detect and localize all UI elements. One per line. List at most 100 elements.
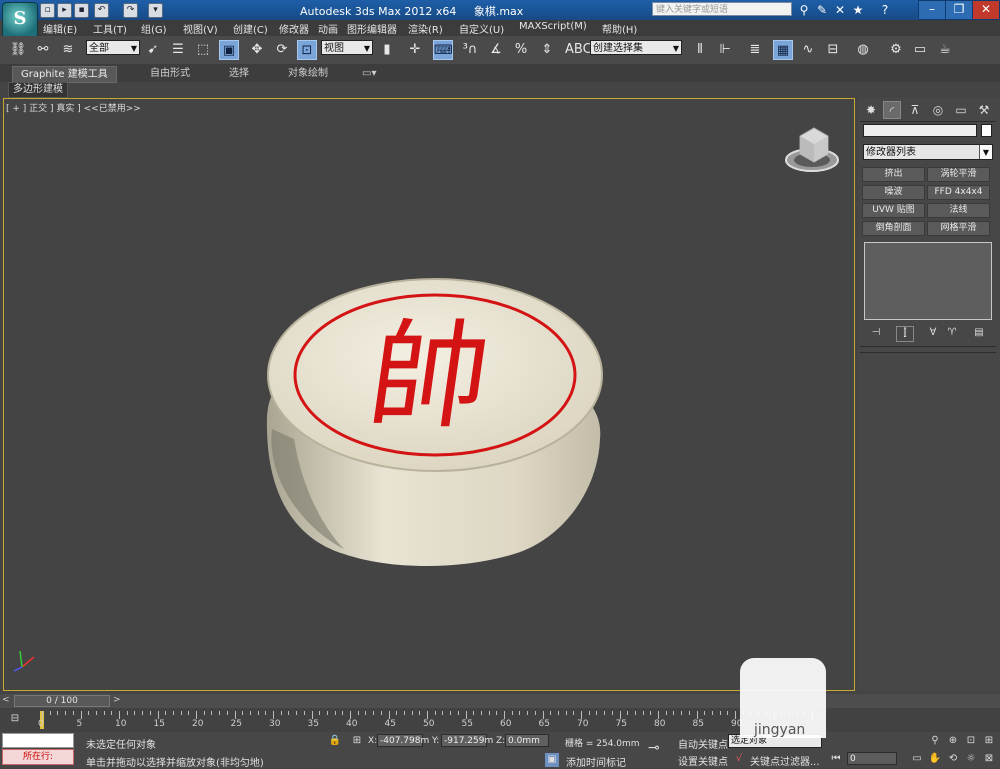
- display-tab-icon[interactable]: ▭: [952, 101, 970, 119]
- menu-graph-editors[interactable]: 图形编辑器: [347, 21, 397, 36]
- reference-coordinate-dropdown[interactable]: 视图 ▼: [321, 40, 373, 55]
- modify-tab-icon[interactable]: ◜: [883, 101, 901, 119]
- y-coordinate-field[interactable]: -917.259m: [441, 734, 493, 747]
- bind-space-warp-icon[interactable]: ≋: [58, 40, 78, 60]
- zoom-extents-all-icon[interactable]: ⊞: [982, 734, 996, 748]
- select-and-manipulate-icon[interactable]: ✛: [405, 40, 425, 60]
- go-to-start-icon[interactable]: ⏮: [829, 752, 843, 766]
- save-icon[interactable]: ▪: [74, 3, 89, 18]
- select-and-scale-icon[interactable]: ⊡: [297, 40, 317, 60]
- modifier-button-turbosmooth[interactable]: 涡轮平滑: [927, 167, 990, 182]
- close-button[interactable]: ✕: [972, 0, 1000, 20]
- z-coordinate-field[interactable]: 0.0mm: [505, 734, 549, 747]
- percent-snap-icon[interactable]: %: [511, 40, 531, 60]
- schematic-view-icon[interactable]: ⊟: [823, 40, 843, 60]
- utilities-tab-icon[interactable]: ⚒: [975, 101, 993, 119]
- modifier-list-dropdown[interactable]: 修改器列表 ▼: [863, 144, 993, 160]
- menu-rendering[interactable]: 渲染(R): [408, 21, 443, 36]
- tab-graphite-modeling[interactable]: Graphite 建模工具: [12, 66, 117, 83]
- hierarchy-tab-icon[interactable]: ⊼: [906, 101, 924, 119]
- search-input[interactable]: 键入关键字或短语: [652, 2, 792, 16]
- menu-customize[interactable]: 自定义(U): [459, 21, 504, 36]
- configure-modifier-sets-icon[interactable]: ▤: [971, 326, 987, 340]
- menu-views[interactable]: 视图(V): [183, 21, 218, 36]
- create-tab-icon[interactable]: ✸: [862, 101, 880, 119]
- menu-group[interactable]: 组(G): [141, 21, 167, 36]
- modifier-button-extrude[interactable]: 挤出: [862, 167, 925, 182]
- select-object-icon[interactable]: ➹: [143, 40, 163, 60]
- favorites-icon[interactable]: ★: [850, 2, 866, 18]
- graphite-toggle-icon[interactable]: ▦: [773, 40, 793, 60]
- exchange-icon[interactable]: ✕: [832, 2, 848, 18]
- selection-lock-icon[interactable]: 🔒: [328, 734, 342, 748]
- modifier-button-meshsmooth[interactable]: 网格平滑: [927, 221, 990, 236]
- time-slider-thumb[interactable]: 0 / 100: [14, 695, 110, 707]
- viewport-label[interactable]: [ + ] 正交 ] 真实 ] <<已禁用>>: [6, 101, 141, 114]
- modifier-button-normal[interactable]: 法线: [927, 203, 990, 218]
- open-file-icon[interactable]: ▸: [57, 3, 72, 18]
- modifier-stack-view[interactable]: [864, 242, 992, 320]
- material-editor-icon[interactable]: ◍: [853, 40, 873, 60]
- unlink-icon[interactable]: ⚯: [33, 40, 53, 60]
- spinner-snap-icon[interactable]: ⇕: [537, 40, 557, 60]
- rectangle-selection-icon[interactable]: ⬚: [193, 40, 213, 60]
- angle-snap-icon[interactable]: ∡: [486, 40, 506, 60]
- pin-stack-icon[interactable]: ⊣: [868, 326, 884, 340]
- maximize-viewport-icon[interactable]: ⊠: [982, 752, 996, 766]
- select-by-name-icon[interactable]: ☰: [168, 40, 188, 60]
- select-and-rotate-icon[interactable]: ⟳: [272, 40, 292, 60]
- modifier-button-ffd[interactable]: FFD 4x4x4: [927, 185, 990, 200]
- render-production-icon[interactable]: ☕: [935, 40, 955, 60]
- app-menu-button[interactable]: S: [2, 2, 38, 38]
- zoom-icon[interactable]: ⚲: [928, 734, 942, 748]
- edit-named-selection-icon[interactable]: ABC: [565, 40, 592, 60]
- zoom-extents-icon[interactable]: ⊡: [964, 734, 978, 748]
- walk-through-icon[interactable]: ☼: [964, 752, 978, 766]
- orbit-icon[interactable]: ⟲: [946, 752, 960, 766]
- modifier-button-bevel-profile[interactable]: 倒角剖面: [862, 221, 925, 236]
- tab-object-paint[interactable]: 对象绘制: [288, 66, 328, 81]
- show-end-result-icon[interactable]: ⫿: [896, 326, 914, 342]
- menu-create[interactable]: 创建(C): [233, 21, 268, 36]
- curve-editor-icon[interactable]: ∿: [798, 40, 818, 60]
- layer-manager-icon[interactable]: ≣: [745, 40, 765, 60]
- minimize-button[interactable]: –: [918, 0, 946, 20]
- auto-key-button[interactable]: 自动关键点: [678, 736, 728, 751]
- quick-access-dropdown-icon[interactable]: ▾: [148, 3, 163, 18]
- add-time-tag-button[interactable]: 添加时间标记: [566, 754, 626, 769]
- time-slider-track[interactable]: [0, 694, 1000, 708]
- snaps-toggle-icon[interactable]: ³∩: [460, 40, 480, 60]
- chess-piece[interactable]: 帥: [266, 278, 603, 567]
- ribbon-options-icon[interactable]: ▭▾: [362, 66, 376, 81]
- subtab-polygon-modeling[interactable]: 多边形建模: [8, 82, 68, 98]
- redo-icon[interactable]: ↷: [123, 3, 138, 18]
- perspective-viewport[interactable]: 帥: [3, 98, 855, 691]
- maxscript-listener-field[interactable]: [2, 733, 74, 748]
- make-unique-icon[interactable]: ∀: [925, 326, 941, 340]
- time-tag-icon[interactable]: ▣: [545, 753, 559, 767]
- restore-button[interactable]: ❐: [945, 0, 973, 20]
- object-color-swatch[interactable]: [981, 124, 992, 137]
- set-key-icon[interactable]: ⊸: [648, 740, 660, 756]
- rendered-frame-window-icon[interactable]: ▭: [910, 40, 930, 60]
- tab-selection[interactable]: 选择: [229, 66, 249, 81]
- absolute-mode-icon[interactable]: ⊞: [350, 734, 364, 748]
- menu-tools[interactable]: 工具(T): [93, 21, 127, 36]
- modifier-button-noise[interactable]: 噪波: [862, 185, 925, 200]
- mirror-icon[interactable]: ⫴: [690, 40, 710, 60]
- window-crossing-icon[interactable]: ▣: [219, 40, 239, 60]
- render-setup-icon[interactable]: ⚙: [886, 40, 906, 60]
- modifier-button-uvw-map[interactable]: UVW 贴图: [862, 203, 925, 218]
- field-of-view-icon[interactable]: ▭: [910, 752, 924, 766]
- tab-freeform[interactable]: 自由形式: [150, 66, 190, 81]
- menu-animation[interactable]: 动画: [318, 21, 338, 36]
- current-frame-field[interactable]: 0: [847, 752, 897, 765]
- x-coordinate-field[interactable]: -407.798m: [377, 734, 429, 747]
- motion-tab-icon[interactable]: ◎: [929, 101, 947, 119]
- named-selection-dropdown[interactable]: 创建选择集 ▼: [590, 40, 682, 55]
- binoculars-icon[interactable]: ⚲: [796, 2, 812, 18]
- menu-edit[interactable]: 编辑(E): [43, 21, 77, 36]
- maxscript-mini-listener[interactable]: 所在行:: [2, 749, 74, 765]
- keyboard-shortcut-override-icon[interactable]: ⌨: [433, 40, 453, 60]
- pivot-center-icon[interactable]: ▮: [377, 40, 397, 60]
